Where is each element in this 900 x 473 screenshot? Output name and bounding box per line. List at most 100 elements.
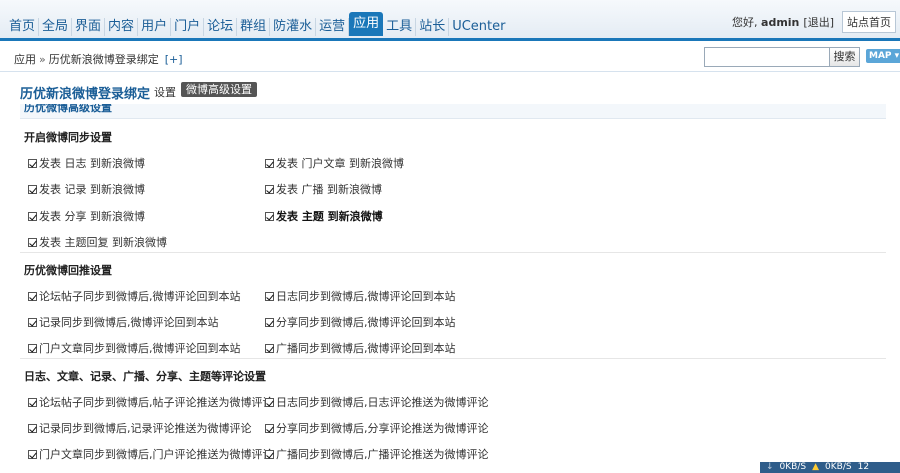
checkbox-label: 日志同步到微博后,日志评论推送为微博评论 (276, 396, 489, 409)
checkbox-sync-thread-reply[interactable]: 发表 主题回复 到新浪微博 (28, 234, 167, 250)
checkbox-sync-blog[interactable]: 发表 日志 到新浪微博 (28, 155, 145, 171)
upload-speed: 0KB/S (825, 462, 852, 472)
checkbox-label: 记录同步到微博后,记录评论推送为微博评论 (39, 422, 252, 435)
nav-item-interface[interactable]: 界面 (72, 18, 106, 36)
checkbox-sync-broadcast[interactable]: 发表 广播 到新浪微博 (265, 181, 382, 197)
checkbox[interactable] (28, 184, 37, 194)
section-divider (20, 358, 886, 359)
checkbox[interactable] (265, 343, 274, 353)
warning-icon: ▲ (812, 462, 820, 472)
checkbox-label: 发表 分享 到新浪微博 (39, 210, 145, 223)
breadcrumb-separator: » (39, 53, 46, 66)
checkbox[interactable] (28, 211, 37, 221)
section-title-comments: 日志、文章、记录、广播、分享、主题等评论设置 (24, 370, 266, 383)
checkbox-comment-forum[interactable]: 论坛帖子同步到微博后,帖子评论推送为微博评论 (28, 394, 274, 410)
checkbox-comment-broadcast[interactable]: 广播同步到微博后,广播评论推送为微博评论 (265, 446, 489, 462)
checkbox[interactable] (28, 449, 37, 459)
logout-link[interactable]: [退出] (803, 14, 834, 30)
checkbox-label: 分享同步到微博后,分享评论推送为微博评论 (276, 422, 489, 435)
checkbox-label: 门户文章同步到微博后,微博评论回到本站 (39, 342, 241, 355)
add-shortcut-link[interactable]: [+] (165, 53, 183, 66)
checkbox[interactable] (265, 423, 274, 433)
map-button[interactable]: MAP ▾ (866, 49, 900, 63)
user-box: 您好, admin [退出] 站点首页 (732, 11, 896, 33)
section-title-pushback: 历优微博回推设置 (24, 264, 112, 277)
checkbox-comment-share[interactable]: 分享同步到微博后,分享评论推送为微博评论 (265, 420, 489, 436)
checkbox[interactable] (265, 211, 274, 221)
nav-item-content[interactable]: 内容 (105, 18, 139, 36)
section-divider (20, 252, 886, 253)
nav-item-groups[interactable]: 群组 (237, 18, 271, 36)
nav-item-tools[interactable]: 工具 (383, 18, 417, 36)
breadcrumb-current: 历优新浪微博登录绑定 (48, 53, 159, 66)
top-navigation-bar: 首页 全局 界面 内容 用户 门户 论坛 群组 防灌水 运营 应用 工具 站长 … (0, 0, 900, 41)
checkbox[interactable] (265, 158, 274, 168)
checkbox-label: 发表 日志 到新浪微博 (39, 157, 145, 170)
checkbox-label: 日志同步到微博后,微博评论回到本站 (276, 290, 456, 303)
checkbox-label: 记录同步到微博后,微博评论回到本站 (39, 316, 219, 329)
checkbox-pushback-forum[interactable]: 论坛帖子同步到微博后,微博评论回到本站 (28, 288, 241, 304)
checkbox-label: 广播同步到微博后,广播评论推送为微博评论 (276, 448, 489, 461)
nav-item-operations[interactable]: 运营 (316, 18, 350, 36)
search-input[interactable] (704, 47, 830, 67)
checkbox-label: 发表 主题回复 到新浪微博 (39, 236, 167, 249)
checkbox-label: 发表 主题 到新浪微博 (276, 210, 383, 223)
checkbox[interactable] (265, 397, 274, 407)
checkbox[interactable] (28, 397, 37, 407)
checkbox-comment-blog[interactable]: 日志同步到微博后,日志评论推送为微博评论 (265, 394, 489, 410)
breadcrumb-bar: 应用» 历优新浪微博登录绑定 [+] 搜索 MAP ▾ (0, 41, 900, 72)
nav-item-global[interactable]: 全局 (39, 18, 73, 36)
nav-item-anti-spam[interactable]: 防灌水 (270, 18, 317, 36)
checkbox-pushback-portal[interactable]: 门户文章同步到微博后,微博评论回到本站 (28, 340, 241, 356)
nav-item-users[interactable]: 用户 (138, 18, 172, 36)
checkbox[interactable] (265, 184, 274, 194)
nav-item-founder[interactable]: 站长 (416, 18, 450, 36)
checkbox-comment-portal[interactable]: 门户文章同步到微博后,门户评论推送为微博评论 (28, 446, 274, 462)
checkbox-label: 发表 记录 到新浪微博 (39, 183, 145, 196)
checkbox-label: 发表 门户文章 到新浪微博 (276, 157, 404, 170)
checkbox-pushback-share[interactable]: 分享同步到微博后,微博评论回到本站 (265, 314, 456, 330)
checkbox-sync-thread[interactable]: 发表 主题 到新浪微博 (265, 208, 383, 224)
breadcrumb: 应用» 历优新浪微博登录绑定 [+] (14, 51, 183, 67)
clock: 12 (857, 462, 870, 472)
checkbox-label: 门户文章同步到微博后,门户评论推送为微博评论 (39, 448, 274, 461)
checkbox-sync-share[interactable]: 发表 分享 到新浪微博 (28, 208, 145, 224)
greeting: 您好, admin (732, 14, 799, 30)
nav-item-portal[interactable]: 门户 (171, 18, 205, 36)
download-speed: 0KB/S (779, 462, 807, 472)
checkbox-label: 分享同步到微博后,微博评论回到本站 (276, 316, 456, 329)
system-taskbar: ↓ 0KB/S ▲ 0KB/S 12 (760, 462, 900, 473)
checkbox[interactable] (265, 291, 274, 301)
checkbox-pushback-doing[interactable]: 记录同步到微博后,微博评论回到本站 (28, 314, 219, 330)
checkbox[interactable] (28, 237, 37, 247)
form-header: 历优微博高级设置 (20, 104, 886, 119)
site-home-button[interactable]: 站点首页 (842, 11, 896, 33)
checkbox-comment-doing[interactable]: 记录同步到微博后,记录评论推送为微博评论 (28, 420, 252, 436)
tab-advanced-settings[interactable]: 微博高级设置 (181, 82, 257, 97)
checkbox-pushback-broadcast[interactable]: 广播同步到微博后,微博评论回到本站 (265, 340, 456, 356)
section-title-sync: 开启微博同步设置 (24, 131, 112, 144)
nav-item-apps[interactable]: 应用 (349, 12, 384, 36)
checkbox[interactable] (28, 291, 37, 301)
checkbox[interactable] (28, 317, 37, 327)
form-header-label: 历优微博高级设置 (24, 104, 112, 114)
checkbox[interactable] (265, 317, 274, 327)
tab-settings[interactable]: 设置 (154, 84, 176, 100)
checkbox-label: 广播同步到微博后,微博评论回到本站 (276, 342, 456, 355)
checkbox[interactable] (28, 423, 37, 433)
search-button[interactable]: 搜索 (829, 47, 860, 67)
breadcrumb-root[interactable]: 应用 (14, 53, 36, 66)
plugin-title: 历优新浪微博登录绑定 (20, 87, 151, 102)
checkbox[interactable] (28, 158, 37, 168)
checkbox[interactable] (28, 343, 37, 353)
nav-item-forum[interactable]: 论坛 (204, 18, 238, 36)
checkbox[interactable] (265, 449, 274, 459)
nav-item-ucenter[interactable]: UCenter (449, 18, 508, 36)
checkbox-label: 论坛帖子同步到微博后,微博评论回到本站 (39, 290, 241, 303)
checkbox-pushback-blog[interactable]: 日志同步到微博后,微博评论回到本站 (265, 288, 456, 304)
checkbox-label: 论坛帖子同步到微博后,帖子评论推送为微博评论 (39, 396, 274, 409)
nav-item-home[interactable]: 首页 (6, 18, 40, 36)
checkbox-sync-portal-article[interactable]: 发表 门户文章 到新浪微博 (265, 155, 404, 171)
checkbox-sync-doing[interactable]: 发表 记录 到新浪微博 (28, 181, 145, 197)
checkbox-label: 发表 广播 到新浪微博 (276, 183, 382, 196)
